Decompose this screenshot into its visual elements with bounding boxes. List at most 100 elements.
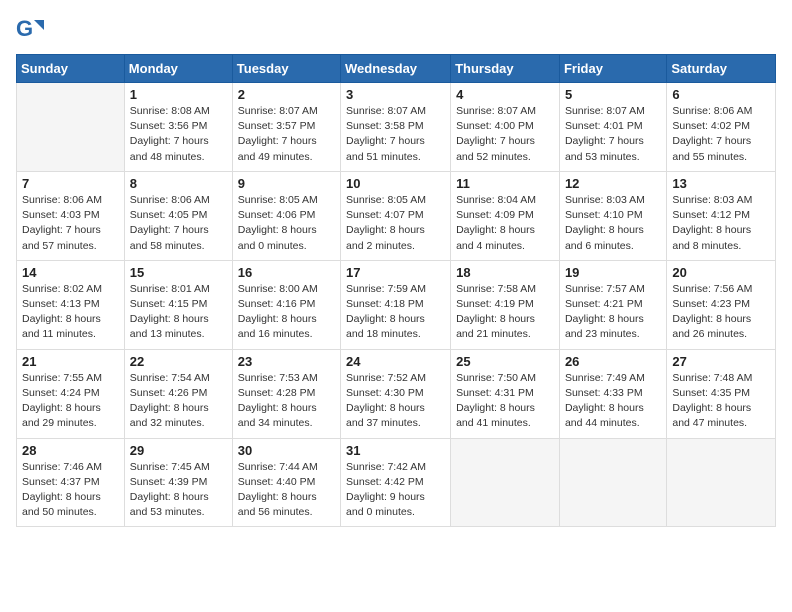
calendar-cell: 27 Sunrise: 7:48 AMSunset: 4:35 PMDayligh… bbox=[667, 349, 776, 438]
day-info: Sunrise: 7:55 AMSunset: 4:24 PMDaylight:… bbox=[22, 371, 119, 432]
dow-monday: Monday bbox=[124, 55, 232, 83]
day-info: Sunrise: 8:03 AMSunset: 4:12 PMDaylight:… bbox=[672, 193, 770, 254]
day-info: Sunrise: 8:07 AMSunset: 4:00 PMDaylight:… bbox=[456, 104, 554, 165]
calendar-cell: 6 Sunrise: 8:06 AMSunset: 4:02 PMDaylight… bbox=[667, 83, 776, 172]
day-number: 16 bbox=[238, 265, 335, 280]
dow-thursday: Thursday bbox=[451, 55, 560, 83]
calendar-cell: 4 Sunrise: 8:07 AMSunset: 4:00 PMDaylight… bbox=[451, 83, 560, 172]
calendar-cell bbox=[559, 438, 666, 527]
calendar-cell: 13 Sunrise: 8:03 AMSunset: 4:12 PMDayligh… bbox=[667, 171, 776, 260]
calendar-cell: 19Sunrise: 7:57 AMSunset: 4:21 PMDayligh… bbox=[559, 260, 666, 349]
day-number: 5 bbox=[565, 87, 661, 102]
day-info: Sunrise: 8:02 AMSunset: 4:13 PMDaylight:… bbox=[22, 282, 119, 343]
day-number: 1 bbox=[130, 87, 227, 102]
day-number: 4 bbox=[456, 87, 554, 102]
calendar-cell: 7 Sunrise: 8:06 AMSunset: 4:03 PMDaylight… bbox=[17, 171, 125, 260]
calendar-cell: 24 Sunrise: 7:52 AMSunset: 4:30 PMDayligh… bbox=[341, 349, 451, 438]
day-info: Sunrise: 8:04 AMSunset: 4:09 PMDaylight:… bbox=[456, 193, 554, 254]
day-number: 28 bbox=[22, 443, 119, 458]
day-number: 6 bbox=[672, 87, 770, 102]
day-info: Sunrise: 8:06 AMSunset: 4:05 PMDaylight:… bbox=[130, 193, 227, 254]
dow-tuesday: Tuesday bbox=[232, 55, 340, 83]
calendar-cell: 22 Sunrise: 7:54 AMSunset: 4:26 PMDayligh… bbox=[124, 349, 232, 438]
day-info: Sunrise: 7:42 AMSunset: 4:42 PMDaylight:… bbox=[346, 460, 445, 521]
calendar-cell: 28 Sunrise: 7:46 AMSunset: 4:37 PMDayligh… bbox=[17, 438, 125, 527]
day-info: Sunrise: 7:44 AMSunset: 4:40 PMDaylight:… bbox=[238, 460, 335, 521]
day-number: 25 bbox=[456, 354, 554, 369]
day-info: Sunrise: 7:52 AMSunset: 4:30 PMDaylight:… bbox=[346, 371, 445, 432]
day-number: 11 bbox=[456, 176, 554, 191]
calendar-cell: 10 Sunrise: 8:05 AMSunset: 4:07 PMDayligh… bbox=[341, 171, 451, 260]
day-info: Sunrise: 8:00 AMSunset: 4:16 PMDaylight:… bbox=[238, 282, 335, 343]
page-header: G bbox=[16, 16, 776, 44]
calendar-table: SundayMondayTuesdayWednesdayThursdayFrid… bbox=[16, 54, 776, 527]
day-number: 21 bbox=[22, 354, 119, 369]
day-number: 29 bbox=[130, 443, 227, 458]
day-number: 9 bbox=[238, 176, 335, 191]
logo: G bbox=[16, 16, 48, 44]
calendar-cell: 30 Sunrise: 7:44 AMSunset: 4:40 PMDayligh… bbox=[232, 438, 340, 527]
day-number: 30 bbox=[238, 443, 335, 458]
dow-friday: Friday bbox=[559, 55, 666, 83]
day-info: Sunrise: 7:54 AMSunset: 4:26 PMDaylight:… bbox=[130, 371, 227, 432]
logo-icon: G bbox=[16, 16, 44, 44]
day-number: 18 bbox=[456, 265, 554, 280]
calendar-cell: 5Sunrise: 8:07 AMSunset: 4:01 PMDaylight… bbox=[559, 83, 666, 172]
day-info: Sunrise: 7:48 AMSunset: 4:35 PMDaylight:… bbox=[672, 371, 770, 432]
day-info: Sunrise: 8:05 AMSunset: 4:06 PMDaylight:… bbox=[238, 193, 335, 254]
day-number: 2 bbox=[238, 87, 335, 102]
calendar-cell: 29 Sunrise: 7:45 AMSunset: 4:39 PMDayligh… bbox=[124, 438, 232, 527]
day-number: 13 bbox=[672, 176, 770, 191]
day-number: 8 bbox=[130, 176, 227, 191]
day-info: Sunrise: 8:08 AMSunset: 3:56 PMDaylight:… bbox=[130, 104, 227, 165]
day-info: Sunrise: 7:50 AMSunset: 4:31 PMDaylight:… bbox=[456, 371, 554, 432]
day-info: Sunrise: 7:56 AMSunset: 4:23 PMDaylight:… bbox=[672, 282, 770, 343]
calendar-cell: 18 Sunrise: 7:58 AMSunset: 4:19 PMDayligh… bbox=[451, 260, 560, 349]
calendar-cell: 26 Sunrise: 7:49 AMSunset: 4:33 PMDayligh… bbox=[559, 349, 666, 438]
day-number: 31 bbox=[346, 443, 445, 458]
day-info: Sunrise: 8:06 AMSunset: 4:02 PMDaylight:… bbox=[672, 104, 770, 165]
day-number: 26 bbox=[565, 354, 661, 369]
calendar-cell: 16 Sunrise: 8:00 AMSunset: 4:16 PMDayligh… bbox=[232, 260, 340, 349]
calendar-cell: 23Sunrise: 7:53 AMSunset: 4:28 PMDayligh… bbox=[232, 349, 340, 438]
calendar-cell: 31 Sunrise: 7:42 AMSunset: 4:42 PMDayligh… bbox=[341, 438, 451, 527]
day-info: Sunrise: 8:05 AMSunset: 4:07 PMDaylight:… bbox=[346, 193, 445, 254]
calendar-cell: 25 Sunrise: 7:50 AMSunset: 4:31 PMDayligh… bbox=[451, 349, 560, 438]
calendar-cell: 8 Sunrise: 8:06 AMSunset: 4:05 PMDaylight… bbox=[124, 171, 232, 260]
day-info: Sunrise: 7:45 AMSunset: 4:39 PMDaylight:… bbox=[130, 460, 227, 521]
day-number: 10 bbox=[346, 176, 445, 191]
day-number: 14 bbox=[22, 265, 119, 280]
day-info: Sunrise: 7:58 AMSunset: 4:19 PMDaylight:… bbox=[456, 282, 554, 343]
calendar-cell: 3 Sunrise: 8:07 AMSunset: 3:58 PMDaylight… bbox=[341, 83, 451, 172]
day-info: Sunrise: 7:46 AMSunset: 4:37 PMDaylight:… bbox=[22, 460, 119, 521]
calendar-cell: 11 Sunrise: 8:04 AMSunset: 4:09 PMDayligh… bbox=[451, 171, 560, 260]
day-info: Sunrise: 8:06 AMSunset: 4:03 PMDaylight:… bbox=[22, 193, 119, 254]
day-number: 3 bbox=[346, 87, 445, 102]
day-info: Sunrise: 7:49 AMSunset: 4:33 PMDaylight:… bbox=[565, 371, 661, 432]
calendar-cell: 17Sunrise: 7:59 AMSunset: 4:18 PMDayligh… bbox=[341, 260, 451, 349]
calendar-cell: 12 Sunrise: 8:03 AMSunset: 4:10 PMDayligh… bbox=[559, 171, 666, 260]
day-number: 12 bbox=[565, 176, 661, 191]
calendar-cell bbox=[17, 83, 125, 172]
calendar-cell: 1 Sunrise: 8:08 AMSunset: 3:56 PMDaylight… bbox=[124, 83, 232, 172]
day-number: 22 bbox=[130, 354, 227, 369]
calendar-cell: 9 Sunrise: 8:05 AMSunset: 4:06 PMDaylight… bbox=[232, 171, 340, 260]
svg-text:G: G bbox=[16, 16, 33, 41]
dow-saturday: Saturday bbox=[667, 55, 776, 83]
calendar-cell: 21 Sunrise: 7:55 AMSunset: 4:24 PMDayligh… bbox=[17, 349, 125, 438]
day-info: Sunrise: 8:07 AMSunset: 3:58 PMDaylight:… bbox=[346, 104, 445, 165]
day-number: 19 bbox=[565, 265, 661, 280]
day-number: 24 bbox=[346, 354, 445, 369]
day-info: Sunrise: 8:03 AMSunset: 4:10 PMDaylight:… bbox=[565, 193, 661, 254]
calendar-cell: 2 Sunrise: 8:07 AMSunset: 3:57 PMDaylight… bbox=[232, 83, 340, 172]
day-number: 20 bbox=[672, 265, 770, 280]
day-number: 27 bbox=[672, 354, 770, 369]
day-number: 15 bbox=[130, 265, 227, 280]
calendar-cell bbox=[667, 438, 776, 527]
calendar-cell: 14 Sunrise: 8:02 AMSunset: 4:13 PMDayligh… bbox=[17, 260, 125, 349]
dow-sunday: Sunday bbox=[17, 55, 125, 83]
day-info: Sunrise: 8:07 AMSunset: 3:57 PMDaylight:… bbox=[238, 104, 335, 165]
day-number: 17 bbox=[346, 265, 445, 280]
day-number: 23 bbox=[238, 354, 335, 369]
day-number: 7 bbox=[22, 176, 119, 191]
